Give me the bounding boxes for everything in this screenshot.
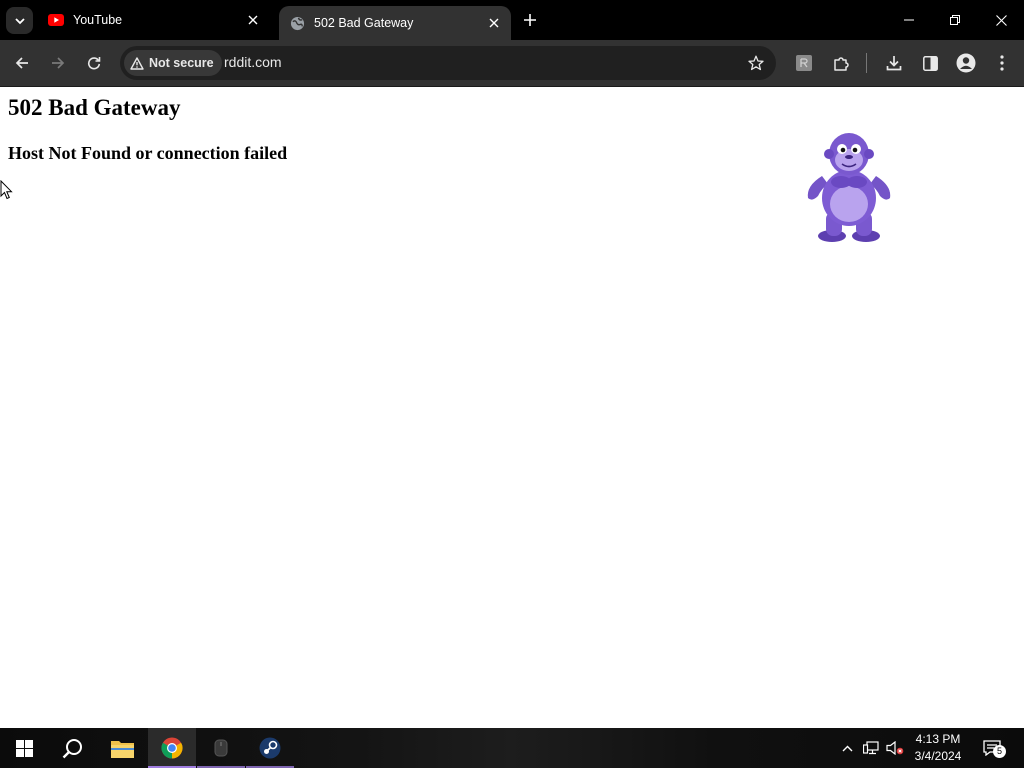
arrow-right-icon bbox=[52, 57, 65, 69]
system-clock[interactable]: 4:13 PM 3/4/2024 bbox=[908, 731, 968, 765]
show-hidden-icons-button[interactable] bbox=[838, 728, 856, 768]
side-panel-button[interactable] bbox=[915, 48, 945, 78]
download-icon bbox=[886, 56, 902, 71]
extensions-menu-button[interactable] bbox=[826, 48, 856, 78]
close-icon bbox=[995, 14, 1007, 26]
back-button[interactable] bbox=[7, 48, 37, 78]
clock-time: 4:13 PM bbox=[915, 732, 961, 746]
kebab-menu-icon bbox=[1000, 55, 1004, 71]
youtube-icon bbox=[48, 12, 64, 28]
page-content: 502 Bad Gateway Host Not Found or connec… bbox=[0, 88, 1024, 728]
security-indicator[interactable]: Not secure bbox=[124, 50, 222, 76]
toolbar-divider bbox=[866, 53, 867, 73]
extension-button[interactable] bbox=[789, 48, 819, 78]
reload-icon bbox=[87, 57, 101, 70]
error-message: Host Not Found or connection failed bbox=[8, 143, 288, 163]
address-bar[interactable]: Not secure rddit.com bbox=[120, 46, 776, 80]
reload-button[interactable] bbox=[79, 48, 109, 78]
minimize-icon bbox=[904, 19, 914, 21]
close-window-button[interactable] bbox=[978, 0, 1024, 40]
purple-gorilla-mascot-image bbox=[807, 133, 891, 242]
restore-icon bbox=[950, 15, 960, 25]
star-icon bbox=[748, 55, 764, 71]
app-icon bbox=[214, 739, 228, 757]
profile-button[interactable] bbox=[951, 48, 981, 78]
windows-taskbar: 4:13 PM 3/4/2024 5 bbox=[0, 728, 1024, 768]
chevron-up-icon bbox=[842, 745, 852, 751]
profile-avatar-icon bbox=[956, 53, 976, 73]
arrow-left-icon bbox=[15, 57, 28, 69]
plus-icon bbox=[524, 14, 536, 26]
chrome-taskbar-button[interactable] bbox=[148, 728, 196, 768]
volume-muted-icon bbox=[886, 741, 904, 755]
error-heading: 502 Bad Gateway bbox=[8, 95, 181, 120]
forward-button[interactable] bbox=[43, 48, 73, 78]
browser-toolbar: Not secure rddit.com bbox=[0, 40, 1024, 87]
globe-icon bbox=[289, 15, 305, 31]
mouse-cursor-icon bbox=[0, 180, 13, 200]
extension-badge-icon bbox=[796, 55, 812, 71]
tab-502-bad-gateway[interactable]: 502 Bad Gateway bbox=[279, 6, 511, 40]
restore-button[interactable] bbox=[932, 0, 978, 40]
notification-count-badge: 5 bbox=[993, 745, 1006, 758]
minimize-button[interactable] bbox=[886, 0, 932, 40]
downloads-button[interactable] bbox=[879, 48, 909, 78]
steam-taskbar-button[interactable] bbox=[246, 728, 294, 768]
side-panel-icon bbox=[922, 55, 938, 71]
new-tab-button[interactable] bbox=[519, 9, 541, 31]
network-icon bbox=[863, 741, 879, 755]
volume-button[interactable] bbox=[884, 728, 906, 768]
steam-icon bbox=[259, 737, 281, 759]
tab-strip: YouTube 502 Bad Gateway bbox=[0, 0, 1024, 40]
close-tab-icon[interactable] bbox=[485, 14, 503, 32]
bookmark-star-button[interactable] bbox=[744, 51, 768, 75]
start-button[interactable] bbox=[0, 728, 48, 768]
chevron-down-icon bbox=[14, 17, 25, 24]
menu-button[interactable] bbox=[987, 48, 1017, 78]
tab-title: YouTube bbox=[73, 13, 123, 27]
warning-icon bbox=[130, 56, 144, 70]
puzzle-icon bbox=[833, 56, 849, 71]
network-button[interactable] bbox=[860, 728, 882, 768]
folder-icon bbox=[110, 740, 134, 758]
chrome-icon bbox=[161, 737, 183, 759]
search-icon bbox=[62, 738, 82, 758]
pinned-app-button[interactable] bbox=[197, 728, 245, 768]
windows-start-icon bbox=[15, 739, 33, 757]
tab-search-button[interactable] bbox=[6, 7, 33, 34]
tab-title: 502 Bad Gateway bbox=[314, 16, 414, 30]
close-tab-icon[interactable] bbox=[244, 11, 262, 29]
url-text[interactable]: rddit.com bbox=[224, 54, 282, 70]
file-explorer-button[interactable] bbox=[98, 728, 146, 768]
clock-date: 3/4/2024 bbox=[914, 749, 962, 763]
security-label: Not secure bbox=[149, 56, 214, 70]
taskbar-search-button[interactable] bbox=[48, 728, 96, 768]
tab-youtube[interactable]: YouTube bbox=[38, 0, 270, 40]
